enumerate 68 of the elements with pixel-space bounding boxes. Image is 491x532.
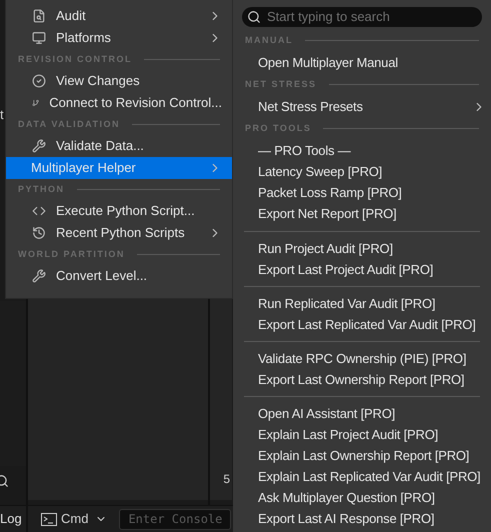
menu-item-label: Convert Level... [56, 267, 148, 286]
cmd-button[interactable]: Cmd [41, 509, 108, 529]
menu-item[interactable]: Audit [6, 5, 232, 27]
menu-item-label: Validate RPC Ownership (PIE) [PRO] [258, 350, 468, 368]
menu-item[interactable]: Convert Level... [6, 265, 232, 287]
menu-item[interactable]: — PRO Tools — [233, 140, 491, 161]
menu-item[interactable]: Ask Multiplayer Question [PRO] [233, 487, 491, 508]
menu-item-label: Explain Last Ownership Report [PRO] [258, 446, 470, 465]
row-number: 5 [223, 471, 230, 488]
menu-item[interactable]: Explain Last Replicated Var Audit [PRO] [233, 466, 491, 487]
menu-item[interactable]: Explain Last Ownership Report [PRO] [233, 445, 491, 466]
menu-item-label: Connect to Revision Control... [49, 94, 222, 112]
menu-item-label: Recent Python Scripts [56, 224, 186, 242]
terminal-icon [41, 512, 57, 526]
search-icon [247, 10, 261, 24]
menu-item[interactable]: Packet Loss Ramp [PRO] [233, 182, 491, 203]
menu-item[interactable]: Platforms [6, 27, 232, 49]
script-icon [32, 204, 46, 218]
menu-item[interactable]: Validate RPC Ownership (PIE) [PRO] [233, 348, 491, 369]
menu-item-label: Audit [56, 7, 87, 26]
menu-item-label: Multiplayer Helper [31, 159, 137, 178]
menu-item[interactable]: Open AI Assistant [PRO] [233, 403, 491, 424]
menu-item-label: Export Last Replicated Var Audit [PRO] [258, 316, 477, 334]
menu-item[interactable]: Export Last Ownership Report [PRO] [233, 369, 491, 390]
menu-item-label: Explain Last Replicated Var Audit [PRO] [258, 468, 482, 486]
history-icon [32, 226, 46, 240]
menu-item[interactable]: Net Stress Presets [233, 96, 491, 117]
menu-item[interactable]: Export Last AI Response [PRO] [233, 508, 491, 529]
menu-item-label: Platforms [56, 29, 112, 48]
menu-item-label: View Changes [56, 72, 141, 90]
menu-item[interactable]: Multiplayer Helper [6, 157, 232, 179]
menu-item-label: Export Last Ownership Report [PRO] [258, 370, 466, 389]
menu-item-label: — PRO Tools — [258, 142, 352, 160]
menu-item-label: Validate Data... [56, 137, 145, 156]
menu-item[interactable]: Explain Last Project Audit [PRO] [233, 424, 491, 445]
menu-item[interactable]: Recent Python Scripts [6, 222, 232, 244]
monitor-icon [32, 31, 46, 45]
menu-item[interactable]: Export Last Project Audit [PRO] [233, 259, 491, 280]
menu-item-label: Export Last AI Response [PRO] [258, 510, 436, 528]
menu-item[interactable]: Validate Data... [6, 135, 232, 157]
menu-item-label: Packet Loss Ramp [PRO] [258, 184, 403, 202]
log-tab[interactable]: Log [0, 509, 26, 529]
menu-item-label: Run Replicated Var Audit [PRO] [258, 294, 436, 313]
menu-item[interactable]: Run Replicated Var Audit [PRO] [233, 293, 491, 314]
wrench-icon [32, 139, 46, 153]
menu-item-label: Run Project Audit [PRO] [258, 240, 394, 258]
menu-item-label: Net Stress Presets [258, 98, 364, 116]
check-circle-icon [32, 74, 46, 88]
menu-item[interactable]: Export Last Replicated Var Audit [PRO] [233, 314, 491, 335]
menu-item-label: Open Multiplayer Manual [258, 54, 399, 72]
menu-item[interactable]: View Changes [6, 70, 232, 92]
console-field[interactable]: Enter Console [119, 508, 232, 530]
menu-item-label: Execute Python Script... [56, 202, 196, 220]
wrench-icon [32, 269, 46, 283]
text-fragment: t [0, 108, 5, 121]
menu-item-label: Open AI Assistant [PRO] [258, 404, 396, 423]
menu-item-label: Explain Last Project Audit [PRO] [258, 426, 440, 444]
menu-item[interactable]: Execute Python Script... [6, 200, 232, 222]
menu-item[interactable]: Open Multiplayer Manual [233, 52, 491, 73]
menu-item[interactable]: Latency Sweep [PRO] [233, 161, 491, 182]
menu-item[interactable]: Export Net Report [PRO] [233, 203, 491, 224]
menu-item-label: Export Net Report [PRO] [258, 204, 398, 223]
menu-item-label: Export Last Project Audit [PRO] [258, 260, 434, 279]
menu-item-label: Latency Sweep [PRO] [258, 162, 384, 181]
menu-item-label: Ask Multiplayer Question [PRO] [258, 488, 436, 507]
menu-item[interactable]: Run Project Audit [PRO] [233, 238, 491, 259]
menu-item[interactable]: Connect to Revision Control... [6, 92, 232, 114]
audit-icon [32, 9, 46, 23]
